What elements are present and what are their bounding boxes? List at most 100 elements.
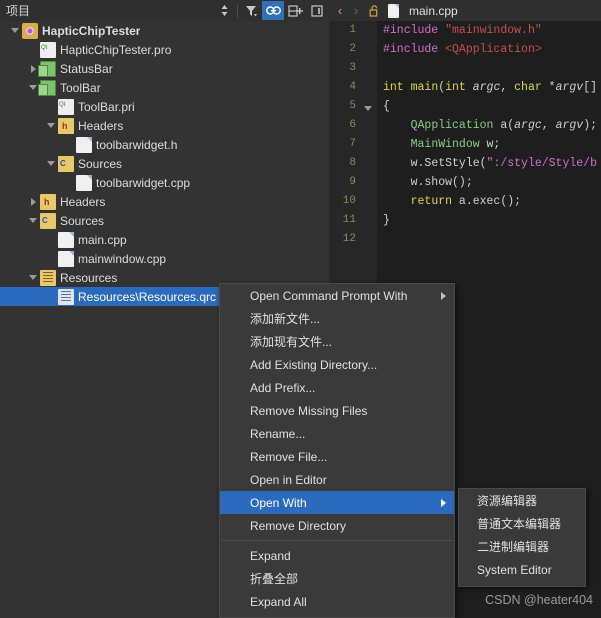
menu-item[interactable]: Remove File... [220, 445, 454, 468]
close-panel-icon[interactable] [306, 1, 328, 20]
menu-item[interactable]: Open With [220, 491, 454, 514]
menu-item[interactable]: Add Prefix... [220, 376, 454, 399]
code-token: char [514, 81, 549, 94]
menu-item[interactable]: Expand [220, 544, 454, 567]
navigate-back-icon[interactable]: ‹ [332, 0, 348, 21]
open-with-submenu[interactable]: 资源编辑器 普通文本编辑器 二进制编辑器 System Editor [458, 488, 586, 587]
chevron-down-icon[interactable] [8, 21, 22, 40]
tree-item[interactable]: HapticChipTester [0, 21, 330, 40]
tree-item[interactable]: StatusBar [0, 59, 330, 78]
add-split-icon-glyph [287, 4, 303, 17]
tree-item[interactable]: HapticChipTester.pro [0, 40, 330, 59]
menu-item-label: Open With [250, 495, 307, 510]
menu-item[interactable]: Add Existing Directory... [220, 353, 454, 376]
tree-item[interactable]: main.cpp [0, 230, 330, 249]
tree-item-label: Resources\Resources.qrc [78, 289, 217, 304]
code-line[interactable]: #include "mainwindow.h" [377, 21, 601, 40]
tree-item-label: Sources [78, 156, 123, 171]
line-number: 7 [349, 138, 356, 150]
tree-item-label: mainwindow.cpp [78, 251, 167, 266]
code-line[interactable]: w.SetStyle(":/style/Style/b [377, 154, 601, 173]
chevron-right-icon[interactable] [26, 192, 40, 211]
submenu-item[interactable]: System Editor [459, 558, 585, 581]
code-line[interactable]: int main(int argc, char *argv[] [377, 78, 601, 97]
menu-item-label: Expand All [250, 594, 307, 609]
tree-item-label: ToolBar.pri [78, 99, 135, 114]
chevron-down-icon[interactable] [44, 154, 58, 173]
tree-item[interactable]: ToolBar [0, 78, 330, 97]
chevron-down-icon[interactable] [26, 211, 40, 230]
split-add-icon[interactable] [284, 1, 306, 20]
code-token: #include [383, 43, 446, 56]
tree-item[interactable]: Headers [0, 192, 330, 211]
code-token: w.show(); [383, 176, 473, 189]
code-token: int [383, 81, 411, 94]
hdr-icon [40, 193, 56, 210]
filter-icon[interactable] [240, 1, 262, 20]
code-token: SetStyle [424, 157, 480, 170]
sub-icon [38, 60, 56, 77]
code-token: argc [472, 81, 501, 94]
code-token: a.exec(); [458, 195, 522, 208]
code-token: [] [583, 81, 597, 94]
code-line[interactable]: w.show(); [377, 173, 601, 192]
menu-item[interactable]: Remove Missing Files [220, 399, 454, 422]
panel-toolbar [213, 0, 328, 21]
link-with-editor-icon[interactable] [262, 1, 284, 20]
submenu-item[interactable]: 普通文本编辑器 [459, 512, 585, 535]
menu-item[interactable]: 添加新文件... [220, 307, 454, 330]
code-token: <QApplication> [445, 43, 542, 56]
menu-item[interactable]: 折叠全部 [220, 567, 454, 590]
tree-item[interactable]: ToolBar.pri [0, 97, 330, 116]
tree-item[interactable]: mainwindow.cpp [0, 249, 330, 268]
sort-icon[interactable] [213, 1, 235, 20]
tree-item[interactable]: toolbarwidget.h [0, 135, 330, 154]
code-token: "mainwindow.h" [445, 24, 542, 37]
menu-item[interactable]: Open in Editor [220, 468, 454, 491]
code-line[interactable] [377, 230, 601, 249]
src-icon [40, 212, 56, 229]
fold-collapse-icon[interactable] [364, 106, 372, 111]
chevron-down-icon[interactable] [44, 116, 58, 135]
navigate-forward-icon[interactable]: › [348, 0, 364, 21]
tree-item[interactable]: toolbarwidget.cpp [0, 173, 330, 192]
menu-item-label: Add Prefix... [250, 380, 316, 395]
submenu-item[interactable]: 二进制编辑器 [459, 535, 585, 558]
code-token: * [548, 81, 556, 94]
tree-item-label: StatusBar [60, 61, 113, 76]
code-token: argv [555, 81, 584, 94]
tree-item[interactable]: Sources [0, 154, 330, 173]
context-menu[interactable]: Open Command Prompt With 添加新文件... 添加现有文件..… [219, 283, 455, 618]
code-line[interactable]: #include <QApplication> [377, 40, 601, 59]
code-token: , [541, 119, 556, 132]
tree-item[interactable]: Sources [0, 211, 330, 230]
close-panel-icon-glyph [311, 4, 323, 17]
code-line[interactable]: { [377, 97, 601, 116]
chevron-down-icon[interactable] [26, 268, 40, 287]
code-line[interactable] [377, 59, 601, 78]
menu-item[interactable]: Expand All [220, 590, 454, 613]
code-line[interactable]: QApplication a(argc, argv); [377, 116, 601, 135]
code-token: argv [555, 119, 584, 132]
menu-item[interactable]: Open Command Prompt With [220, 284, 454, 307]
menu-item[interactable]: Rename... [220, 422, 454, 445]
sort-icon-glyph [221, 5, 227, 16]
proj-icon [22, 22, 38, 39]
code-line[interactable]: return a.exec(); [377, 192, 601, 211]
menu-item-label: Rename... [250, 426, 306, 441]
tree-item[interactable]: Headers [0, 116, 330, 135]
tree-item-label: HapticChipTester.pro [60, 42, 172, 57]
lock-icon[interactable] [366, 0, 382, 21]
editor-tab-title[interactable]: main.cpp [409, 4, 458, 18]
menu-item[interactable]: 添加现有文件... [220, 330, 454, 353]
editor-tabbar: ‹ › main.cpp [330, 0, 601, 21]
menu-item[interactable]: Remove Directory [220, 514, 454, 537]
tree-item-label: toolbarwidget.h [96, 137, 178, 152]
submenu-item[interactable]: 资源编辑器 [459, 489, 585, 512]
submenu-arrow-icon [441, 291, 446, 300]
code-line[interactable]: MainWindow w; [377, 135, 601, 154]
code-line[interactable]: } [377, 211, 601, 230]
